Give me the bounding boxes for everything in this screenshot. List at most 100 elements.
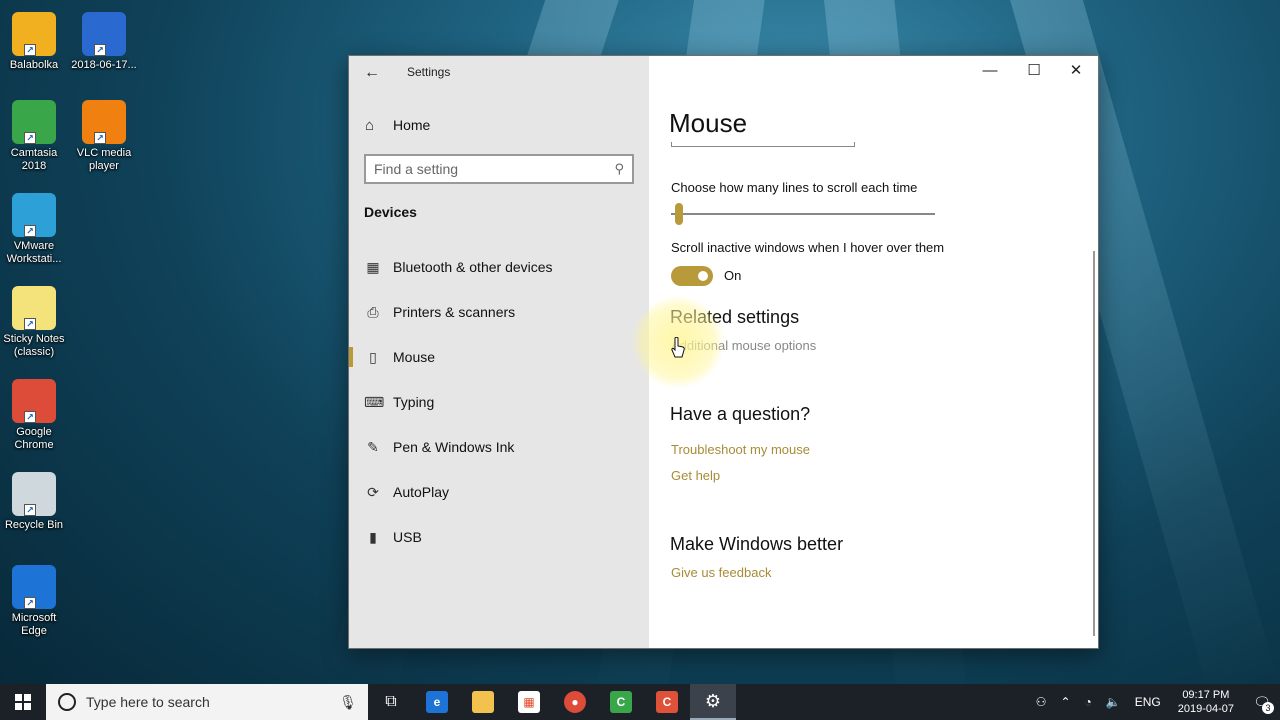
bluetooth-devices-icon: ▦: [366, 258, 380, 275]
troubleshoot-link[interactable]: Troubleshoot my mouse: [671, 442, 810, 457]
task-view-button[interactable]: ⧉: [368, 684, 414, 720]
taskbar: Type here to search 🎙 ⧉ e ▦ ● C C ⚙ ⚇ ⌃ …: [0, 684, 1280, 720]
sidebar-item-autoplay[interactable]: ⟳ AutoPlay: [349, 474, 649, 510]
desktop-icon[interactable]: ↗ VLC media player: [70, 100, 138, 173]
settings-window: ← Settings ⌂ Home Find a setting ⚲ Devic…: [348, 55, 1099, 649]
system-tray: ⚇ ⌃ ◔ 🔈 ENG 09:17 PM 2019-04-07 🗨 3: [1029, 684, 1280, 720]
sticky-notes-icon: ↗: [12, 286, 56, 330]
sidebar-item-label: Bluetooth & other devices: [393, 259, 553, 275]
shortcut-arrow-icon: ↗: [94, 132, 106, 144]
sidebar-item-mouse[interactable]: ▯ Mouse: [349, 339, 649, 375]
desktop-icon-label: Camtasia 2018: [10, 147, 58, 172]
additional-mouse-options-link[interactable]: Additional mouse options: [671, 338, 816, 353]
inactive-scroll-toggle[interactable]: [671, 266, 713, 286]
sidebar-item-bluetooth-other-devices[interactable]: ▦ Bluetooth & other devices: [349, 249, 649, 285]
home-icon: ⌂: [365, 116, 375, 134]
sidebar-item-typing[interactable]: ⌨ Typing: [349, 384, 649, 420]
desktop-icon[interactable]: ↗ Balabolka: [0, 12, 68, 72]
title-underline: [671, 142, 855, 147]
volume-icon[interactable]: 🔈: [1106, 695, 1121, 709]
scrollbar[interactable]: [1093, 251, 1095, 636]
taskbar-store[interactable]: ▦: [506, 684, 552, 720]
recorder-icon: C: [656, 691, 678, 713]
desktop-icon-label: Google Chrome: [14, 426, 54, 451]
related-settings-heading: Related settings: [670, 307, 800, 327]
chrome-icon: ↗: [12, 379, 56, 423]
sidebar-item-label: Mouse: [393, 349, 436, 365]
taskbar-camtasia-recorder[interactable]: C: [644, 684, 690, 720]
feedback-link[interactable]: Give us feedback: [671, 565, 771, 580]
search-placeholder: Find a setting: [374, 161, 459, 177]
home-nav-item[interactable]: ⌂ Home: [365, 114, 430, 136]
camtasia-icon: ↗: [12, 100, 56, 144]
page-title: Mouse: [669, 108, 748, 138]
desktop-icon[interactable]: ↗ Sticky Notes (classic): [0, 286, 68, 359]
clock[interactable]: 09:17 PM 2019-04-07: [1178, 688, 1234, 716]
find-setting-input[interactable]: Find a setting ⚲: [364, 154, 634, 184]
taskbar-search-placeholder: Type here to search: [86, 694, 210, 710]
desktop-icon[interactable]: ↗ 2018-06-17...: [70, 12, 138, 72]
desktop-icon[interactable]: ↗ Microsoft Edge: [0, 565, 68, 638]
shortcut-arrow-icon: ↗: [24, 318, 36, 330]
taskbar-search-box[interactable]: Type here to search 🎙: [46, 684, 368, 720]
window-title: Settings: [407, 65, 451, 79]
scroll-lines-slider-thumb[interactable]: [675, 203, 683, 225]
sidebar-item-label: Pen & Windows Ink: [393, 439, 515, 455]
question-heading: Have a question?: [670, 404, 811, 424]
minimize-button[interactable]: —: [968, 56, 1012, 86]
shortcut-arrow-icon: ↗: [94, 44, 106, 56]
settings-sidebar: ← Settings ⌂ Home Find a setting ⚲ Devic…: [349, 56, 649, 648]
mouse-icon: ▯: [369, 348, 377, 365]
desktop-icon-label: Sticky Notes (classic): [3, 333, 65, 358]
desktop-icon[interactable]: ↗ Recycle Bin: [0, 472, 68, 532]
sidebar-item-printers-scanners[interactable]: ⎙ Printers & scanners: [349, 294, 649, 330]
shortcut-arrow-icon: ↗: [24, 44, 36, 56]
sidebar-item-pen-windows-ink[interactable]: ✎ Pen & Windows Ink: [349, 429, 649, 465]
chevron-up-icon[interactable]: ⌃: [1060, 695, 1070, 709]
task-view-icon: ⧉: [385, 693, 397, 710]
desktop-icon-label: 2018-06-17...: [71, 59, 137, 71]
network-icon[interactable]: ◔: [1085, 695, 1092, 709]
desktop-icon-label: Microsoft Edge: [11, 612, 57, 637]
desktop-icon[interactable]: ↗ Google Chrome: [0, 379, 68, 452]
desktop-icon[interactable]: ↗ VMware Workstati...: [0, 193, 68, 266]
desktop-icon[interactable]: ↗ Camtasia 2018: [0, 100, 68, 173]
camtasia-icon: C: [610, 691, 632, 713]
video-file-icon: ↗: [82, 12, 126, 56]
taskbar-chrome[interactable]: ●: [552, 684, 598, 720]
close-button[interactable]: ✕: [1054, 56, 1098, 86]
usb-icon: ▮: [369, 528, 377, 545]
toggle-state-label: On: [724, 268, 742, 283]
make-windows-better-heading: Make Windows better: [670, 534, 844, 554]
sidebar-item-label: USB: [393, 529, 422, 545]
toggle-knob: [698, 271, 708, 281]
home-label: Home: [393, 117, 431, 133]
edge-icon: e: [426, 691, 448, 713]
maximize-button[interactable]: ☐: [1012, 56, 1056, 86]
section-heading: Devices: [364, 204, 417, 220]
recycle-bin-icon: ↗: [12, 472, 56, 516]
language-indicator[interactable]: ENG: [1135, 695, 1161, 709]
autoplay-icon: ⟳: [367, 483, 379, 500]
people-icon[interactable]: ⚇: [1036, 695, 1047, 709]
taskbar-settings[interactable]: ⚙: [690, 684, 736, 720]
get-help-link[interactable]: Get help: [671, 468, 720, 483]
search-icon: ⚲: [614, 161, 624, 176]
vlc-icon: ↗: [82, 100, 126, 144]
sidebar-item-label: AutoPlay: [393, 484, 450, 500]
taskbar-edge[interactable]: e: [414, 684, 460, 720]
start-button[interactable]: [0, 684, 46, 720]
taskbar-camtasia[interactable]: C: [598, 684, 644, 720]
taskbar-file-explorer[interactable]: [460, 684, 506, 720]
shortcut-arrow-icon: ↗: [24, 225, 36, 237]
inactive-scroll-label: Scroll inactive windows when I hover ove…: [671, 240, 945, 255]
notification-count: 3: [1262, 702, 1274, 714]
sidebar-item-label: Printers & scanners: [393, 304, 516, 320]
sidebar-item-usb[interactable]: ▮ USB: [349, 519, 649, 555]
vmware-icon: ↗: [12, 193, 56, 237]
scroll-lines-slider[interactable]: [671, 213, 935, 215]
back-arrow-icon[interactable]: ←: [361, 62, 383, 84]
microphone-icon[interactable]: 🎙: [338, 694, 358, 711]
gear-icon: ⚙: [704, 690, 722, 711]
action-center-button[interactable]: 🗨 3: [1244, 684, 1280, 720]
